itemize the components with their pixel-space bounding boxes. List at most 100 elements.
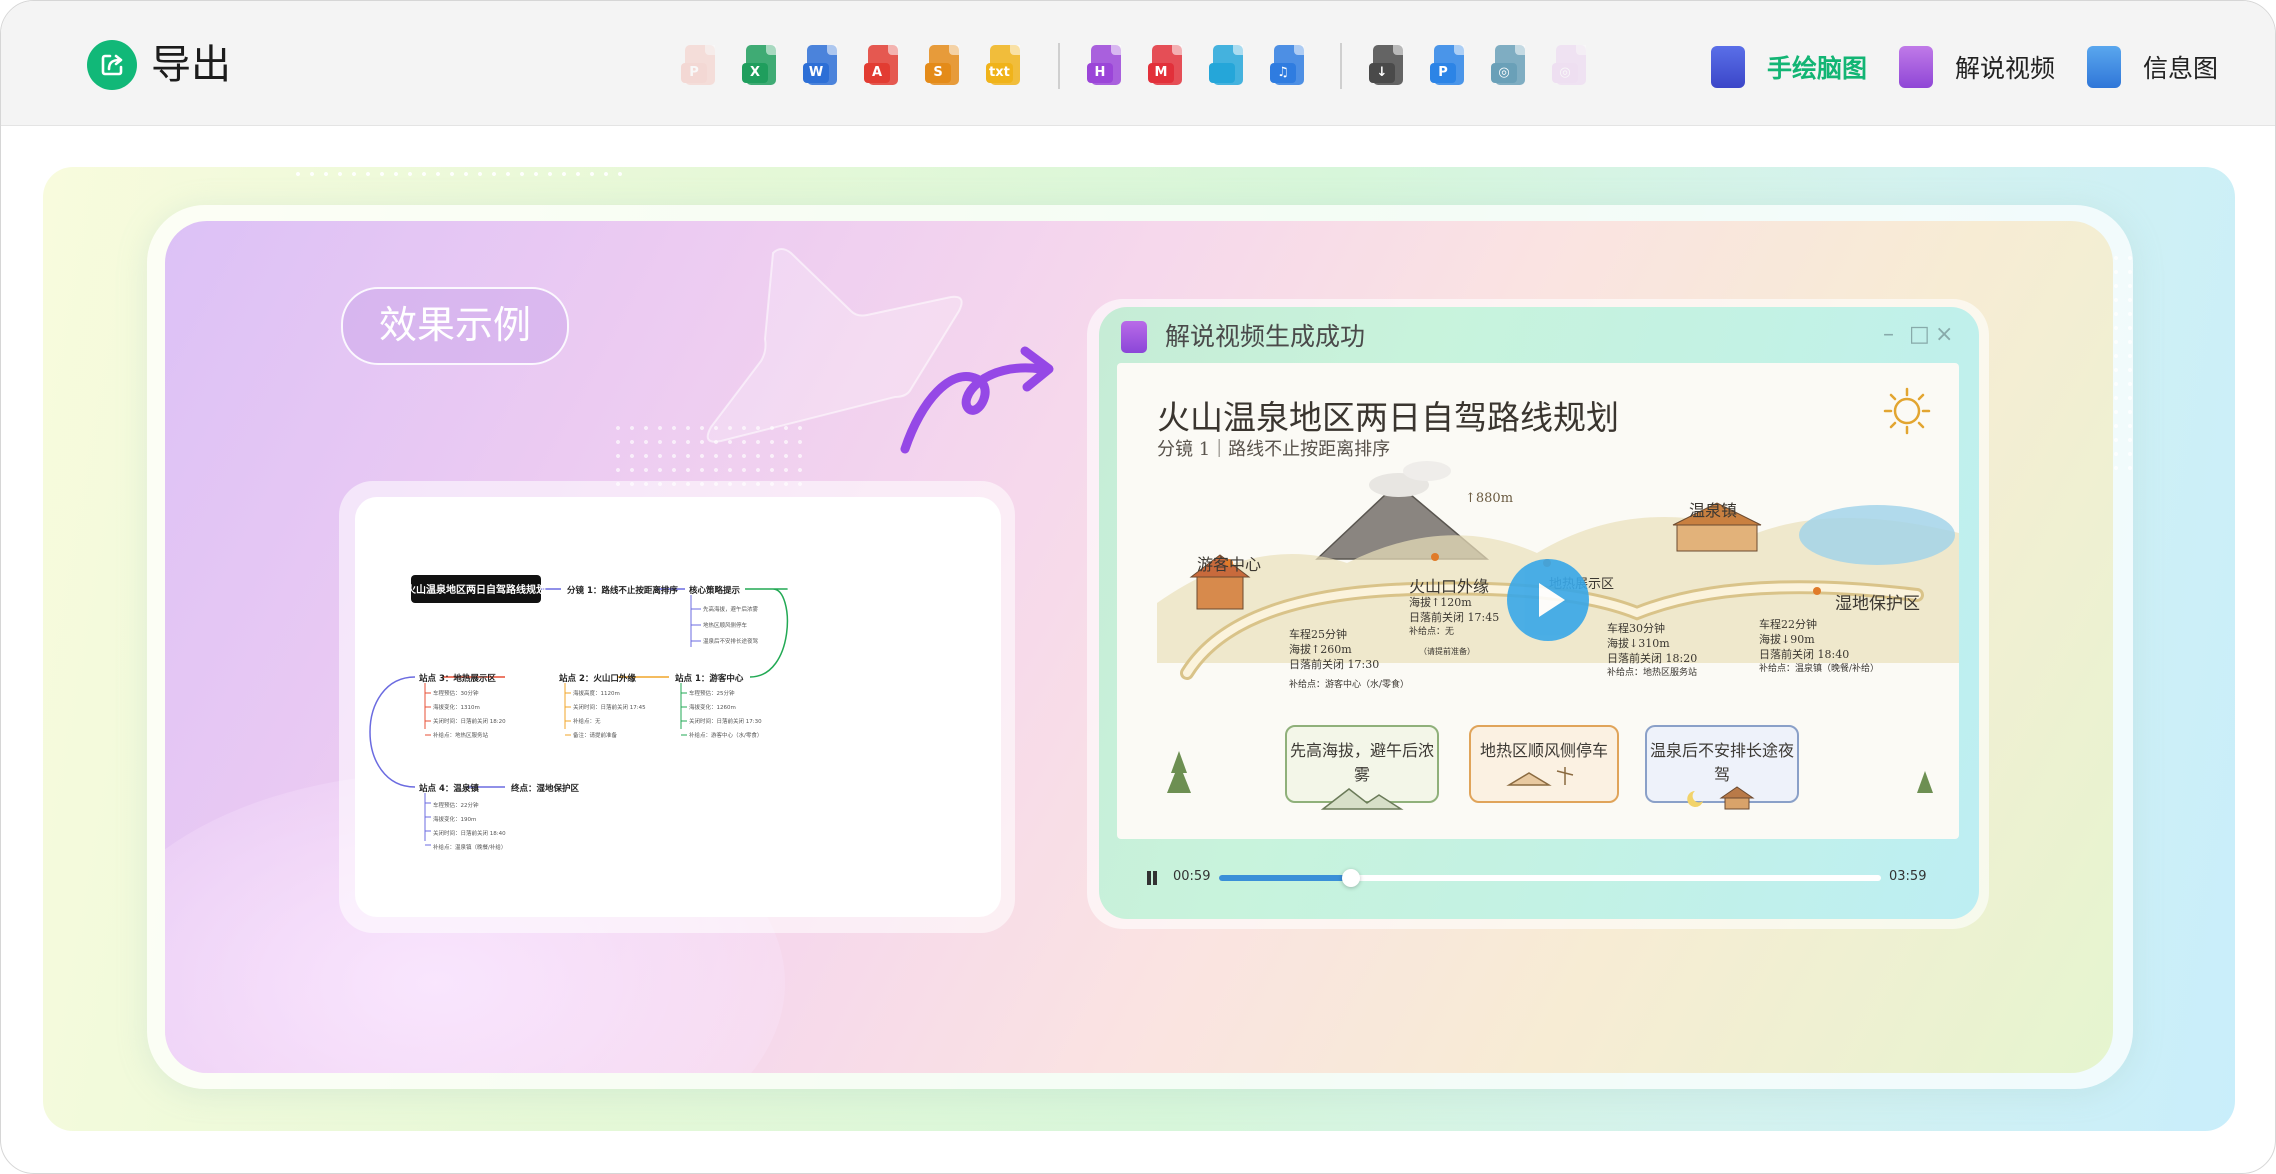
time-total: 03:59 <box>1889 869 1927 884</box>
mindmap-leaf-text: 温泉后不安排长途夜驾 <box>703 637 759 645</box>
example-label: 效果示例 <box>341 287 569 365</box>
label-altitude: ↑880m <box>1465 491 1514 506</box>
slides-file-icon[interactable]: S <box>925 45 961 87</box>
note-stop-2: 海拔↑120m 日落前关闭 17:45 补给点：无 （请提前准备） <box>1409 596 1500 656</box>
note-stop-1: 车程25分钟 海拔↑260m 日落前关闭 17:30 补给点：游客中心（水/零食） <box>1289 628 1410 690</box>
mindmap-leaf-text: 关闭时间：日落前关闭 17:30 <box>689 717 762 725</box>
mindmap-stop-title: 站点 2：火山口外缘 <box>559 673 636 684</box>
mode-hand-drawn-mindmap[interactable]: 手绘脑图 <box>1711 45 1867 89</box>
tip-badge: 地热区顺风侧停车 <box>1469 725 1619 803</box>
mode-label: 解说视频 <box>1955 54 2056 83</box>
file-type-label: ↓ <box>1369 63 1395 83</box>
close-icon[interactable]: × <box>1935 323 1953 347</box>
file-type-label: ◎ <box>1552 63 1578 83</box>
mindmap-leaf-text: 海拔变化：190m <box>433 815 476 823</box>
file-type-label: P <box>681 63 707 83</box>
play-icon[interactable] <box>1507 559 1589 641</box>
label-crater: 火山口外缘 <box>1409 577 1490 596</box>
txt-file-icon[interactable]: txt <box>986 45 1022 87</box>
download-file-icon[interactable]: ↓ <box>1369 45 1405 87</box>
file-fold <box>1010 45 1020 55</box>
file-type-label: H <box>1087 63 1113 83</box>
curved-arrow-icon <box>900 346 1054 454</box>
mindmap-terminal-text: 终点：湿地保护区 <box>510 783 580 794</box>
mode-narration-video[interactable]: 解说视频 <box>1899 45 2055 89</box>
audio-file-icon[interactable]: ♫ <box>1270 45 1306 87</box>
file-fold <box>1111 45 1121 55</box>
geothermal-icon <box>1506 767 1574 786</box>
maximize-icon[interactable]: □ <box>1909 323 1930 347</box>
mindmap-stop-title: 站点 1：游客中心 <box>675 673 744 684</box>
file-fold <box>949 45 959 55</box>
file-type-label: ◎ <box>1491 63 1517 83</box>
narration-video-icon <box>1899 46 1933 88</box>
mindmap-leaf-text: 补给点：无 <box>573 717 601 725</box>
mindmap-preview: 火山温泉地区两日自驾路线规划 分镜 1：路线不止按距离排序 核心策略提示 先高海… <box>355 497 1001 917</box>
mindmap-canvas: 火山温泉地区两日自驾路线规划 分镜 1：路线不止按距离排序 核心策略提示 先高海… <box>369 575 789 851</box>
video-frame: 火山温泉地区两日自驾路线规划 分镜 1｜路线不止按距离排序 游客中心 火山口外缘… <box>1117 363 1959 839</box>
mindmap-leaf-text: 补给点：游客中心（水/零食） <box>689 731 762 739</box>
file-fold <box>888 45 898 55</box>
app-title: 导出 <box>151 42 231 88</box>
html-file-icon[interactable]: H <box>1087 45 1123 87</box>
file-fold <box>1172 45 1182 55</box>
mindmap-leaf-text: 车程预估：30分钟 <box>433 689 479 697</box>
hand-drawn-mindmap-icon <box>1711 46 1745 88</box>
file-type-label: P <box>1430 63 1456 83</box>
dot-pattern <box>291 167 631 181</box>
excel-file-icon[interactable]: X <box>742 45 778 87</box>
p-file-icon[interactable]: P <box>1430 45 1466 87</box>
file-fold <box>1294 45 1304 55</box>
toolbar-divider <box>1058 43 1060 89</box>
file-type-label: X <box>742 63 768 83</box>
mindmap-leaf-text: 关闭时间：日落前关闭 18:40 <box>433 829 506 837</box>
mountain-icon <box>1320 788 1404 810</box>
mindmap-leaf-text: 地热区顺风侧停车 <box>703 621 748 629</box>
mindmap-leaf-text: 海拔高度：1120m <box>573 689 620 697</box>
export-window: 导出 P X W A Stxt H M ♫ ↓ P ◎ ◎ 手绘脑图 解说视频 信息图 效果示例 <box>0 0 2276 1174</box>
file-type-label <box>1209 63 1235 83</box>
export-logo-icon <box>87 40 137 90</box>
mindmap-branch-text: 分镜 1：路线不止按距离排序 <box>567 585 678 596</box>
file-fold <box>1393 45 1403 55</box>
word-file-icon[interactable]: W <box>803 45 839 87</box>
mindmap-stop-title: 站点 4：温泉镇 <box>419 783 479 794</box>
label-visitor-center: 游客中心 <box>1197 555 1262 574</box>
sun-icon <box>1883 387 1931 435</box>
note-stop-3: 车程30分钟 海拔↓310m 日落前关闭 18:20 补给点：地热区服务站 <box>1607 622 1698 678</box>
file-type-label: txt <box>986 63 1013 83</box>
disc-file-icon[interactable]: ◎ <box>1491 45 1527 87</box>
mindmap-leaf-text: 海拔变化：1310m <box>433 703 480 711</box>
label-hot-spring-town: 温泉镇 <box>1689 501 1738 520</box>
pdf-file-icon[interactable]: A <box>864 45 900 87</box>
minimize-icon[interactable]: – <box>1883 323 1894 347</box>
mindmap-stop-title: 站点 3：地热展示区 <box>419 673 496 684</box>
pause-icon[interactable] <box>1147 871 1157 885</box>
mode-label: 信息图 <box>2143 54 2219 83</box>
progress-bar[interactable] <box>1219 869 1881 887</box>
file-type-label: M <box>1148 63 1174 83</box>
note-stop-4: 车程22分钟 海拔↓90m 日落前关闭 18:40 补给点：温泉镇（晚餐/补给） <box>1759 618 1880 674</box>
mindmap-leaf-text: 先高海拔，避午后浓雾 <box>703 605 759 613</box>
file-fold <box>1515 45 1525 55</box>
image-file-icon[interactable] <box>1209 45 1245 87</box>
file-type-label: W <box>803 63 829 83</box>
file-type-label: ♫ <box>1270 63 1296 83</box>
mindmap-leaf-text: 关闭时间：日落前关闭 17:45 <box>573 703 646 711</box>
format-group-documents: P X W A Stxt <box>681 45 1022 89</box>
file-type-label: S <box>925 63 951 83</box>
narration-video-icon <box>1121 321 1147 353</box>
ppt-file-icon[interactable]: P <box>681 45 717 87</box>
markdown-file-icon[interactable]: M <box>1148 45 1184 87</box>
mindmap-leaf-text: 补给点：温泉镇（晚餐/补给） <box>433 843 506 851</box>
mode-infographic[interactable]: 信息图 <box>2087 45 2218 89</box>
mindmap-leaf-text: 车程预估：22分钟 <box>433 801 479 809</box>
file-fold <box>1454 45 1464 55</box>
mindmap-leaf-text: 关闭时间：日落前关闭 18:20 <box>433 717 506 725</box>
file-fold <box>766 45 776 55</box>
tip-badge: 温泉后不安排长途夜驾 <box>1645 725 1799 810</box>
video-file-icon[interactable]: ◎ <box>1552 45 1588 87</box>
tip-badge: 先高海拔，避午后浓雾 <box>1285 725 1439 810</box>
mindmap-root-text: 火山温泉地区两日自驾路线规划 <box>406 583 546 596</box>
file-fold <box>705 45 715 55</box>
